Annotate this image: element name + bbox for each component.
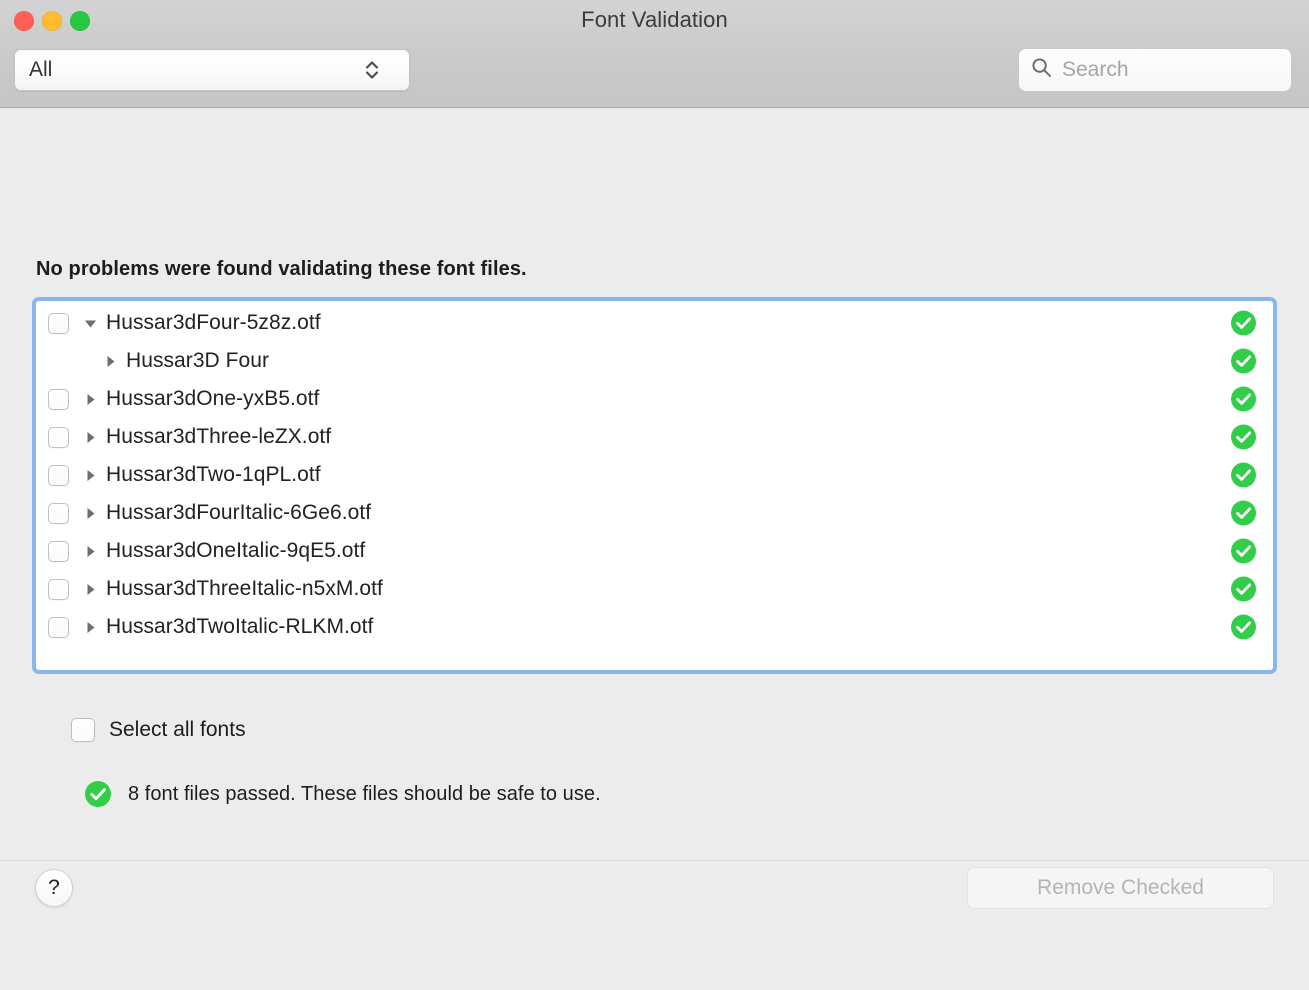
search-icon — [1031, 57, 1052, 83]
disclosure-triangle-right-icon[interactable] — [79, 582, 101, 597]
status-badge-passed — [1230, 500, 1257, 527]
status-badge-passed — [1230, 348, 1257, 375]
remove-checked-button[interactable]: Remove Checked — [967, 867, 1274, 909]
table-row[interactable]: Hussar3dThree-leZX.otf — [36, 418, 1273, 456]
table-row[interactable]: Hussar3dOneItalic-9qE5.otf — [36, 532, 1273, 570]
window-toolbar: Font Validation All — [0, 0, 1309, 108]
status-badge-passed — [1230, 576, 1257, 603]
filter-popup-label: All — [29, 58, 53, 81]
status-badge-passed — [1230, 424, 1257, 451]
row-checkbox[interactable] — [48, 502, 69, 524]
help-button[interactable]: ? — [35, 869, 73, 907]
window-title: Font Validation — [581, 7, 728, 32]
row-label: Hussar3dTwo-1qPL.otf — [106, 463, 321, 486]
disclosure-triangle-down-icon[interactable] — [79, 316, 101, 331]
table-row[interactable]: Hussar3dTwoItalic-RLKM.otf — [36, 608, 1273, 646]
search-input[interactable] — [1062, 58, 1279, 82]
disclosure-triangle-right-icon[interactable] — [79, 620, 101, 635]
row-label: Hussar3dFourItalic-6Ge6.otf — [106, 501, 372, 524]
filter-popup-button[interactable]: All — [14, 49, 410, 91]
table-row[interactable]: Hussar3dOne-yxB5.otf — [36, 380, 1273, 418]
disclosure-triangle-right-icon[interactable] — [79, 392, 101, 407]
font-file-list[interactable]: Hussar3dFour-5z8z.otf Hussar3D Four Huss… — [32, 297, 1277, 674]
row-checkbox[interactable] — [48, 540, 69, 562]
row-label: Hussar3dThree-leZX.otf — [106, 425, 332, 448]
disclosure-triangle-right-icon[interactable] — [79, 506, 101, 521]
row-checkbox[interactable] — [48, 312, 69, 334]
validation-summary-text: 8 font files passed. These files should … — [128, 782, 601, 805]
row-label: Hussar3dOne-yxB5.otf — [106, 387, 320, 410]
table-row[interactable]: Hussar3dFour-5z8z.otf — [36, 304, 1273, 342]
row-label: Hussar3dThreeItalic-n5xM.otf — [106, 577, 383, 600]
bottom-bar: ? Remove Checked — [0, 860, 1309, 990]
status-badge-passed — [1230, 386, 1257, 413]
disclosure-triangle-right-icon[interactable] — [99, 354, 121, 369]
row-label: Hussar3D Four — [126, 349, 270, 372]
row-checkbox[interactable] — [48, 578, 69, 600]
select-all-fonts-row[interactable]: Select all fonts — [71, 718, 246, 742]
table-row[interactable]: Hussar3D Four — [36, 342, 1273, 380]
status-badge-passed — [1230, 310, 1257, 337]
row-label: Hussar3dTwoItalic-RLKM.otf — [106, 615, 374, 638]
search-field[interactable] — [1018, 48, 1292, 92]
select-all-fonts-label: Select all fonts — [109, 718, 246, 741]
table-row[interactable]: Hussar3dThreeItalic-n5xM.otf — [36, 570, 1273, 608]
row-checkbox[interactable] — [48, 426, 69, 448]
font-validation-window: Font Validation All No problems were fou… — [0, 0, 1309, 990]
row-label: Hussar3dOneItalic-9qE5.otf — [106, 539, 366, 562]
table-row[interactable]: Hussar3dFourItalic-6Ge6.otf — [36, 494, 1273, 532]
chevron-updown-icon — [362, 56, 382, 84]
row-checkbox[interactable] — [48, 464, 69, 486]
main-content: No problems were found validating these … — [0, 108, 1309, 990]
status-badge-passed — [1230, 462, 1257, 489]
select-all-fonts-checkbox[interactable] — [71, 718, 95, 742]
success-check-icon — [84, 780, 112, 808]
row-label: Hussar3dFour-5z8z.otf — [106, 311, 321, 334]
disclosure-triangle-right-icon[interactable] — [79, 468, 101, 483]
row-checkbox[interactable] — [48, 616, 69, 638]
validation-headline: No problems were found validating these … — [36, 258, 527, 280]
disclosure-triangle-right-icon[interactable] — [79, 544, 101, 559]
validation-summary: 8 font files passed. These files should … — [84, 780, 601, 808]
status-badge-passed — [1230, 614, 1257, 641]
row-checkbox[interactable] — [48, 388, 69, 410]
table-row[interactable]: Hussar3dTwo-1qPL.otf — [36, 456, 1273, 494]
status-badge-passed — [1230, 538, 1257, 565]
disclosure-triangle-right-icon[interactable] — [79, 430, 101, 445]
font-file-list-inner: Hussar3dFour-5z8z.otf Hussar3D Four Huss… — [36, 301, 1273, 670]
